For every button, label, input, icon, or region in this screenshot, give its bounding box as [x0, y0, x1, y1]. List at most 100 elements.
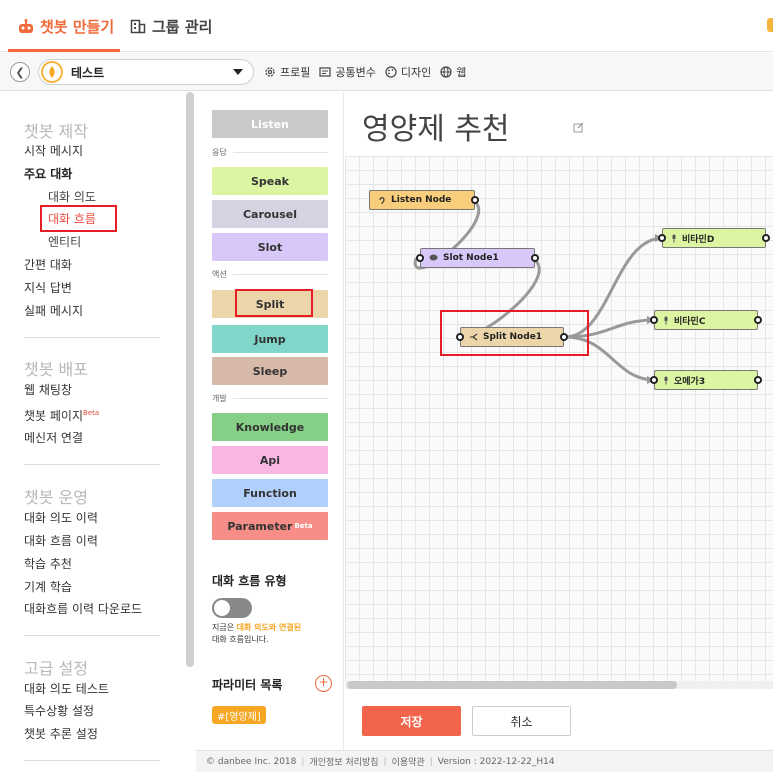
tab-chatbot-build-label: 챗봇 만들기: [40, 17, 115, 36]
divider: [24, 635, 160, 636]
output-port[interactable]: [531, 254, 539, 262]
sidebar-item-learn-recommend[interactable]: 학습 추천: [24, 556, 72, 572]
palette-icon: [385, 66, 397, 78]
robot-icon: [18, 18, 34, 34]
input-port[interactable]: [650, 376, 658, 384]
flow-node-vitamin-c[interactable]: 비타민C: [650, 310, 762, 330]
input-port[interactable]: [650, 316, 658, 324]
flow-node-vitamin-d-label: 비타민D: [682, 234, 715, 245]
parameter-label: Parameter: [227, 519, 293, 533]
building-icon: [130, 19, 146, 34]
palette-node-slot[interactable]: Slot: [212, 233, 328, 261]
output-port[interactable]: [762, 234, 770, 242]
top-header: 챗봇 만들기 그룹 관리: [0, 0, 773, 52]
palette-node-speak[interactable]: Speak: [212, 167, 328, 195]
bot-select-dropdown[interactable]: 테스트: [38, 59, 254, 85]
variables-link[interactable]: 공통변수: [319, 64, 376, 80]
privacy-link[interactable]: 개인정보 처리방침: [309, 755, 378, 768]
tab-group-manage[interactable]: 그룹 관리: [130, 0, 212, 52]
input-port[interactable]: [416, 254, 424, 262]
sidebar-item-flow-history[interactable]: 대화 흐름 이력: [24, 533, 98, 549]
palette-node-jump[interactable]: Jump: [212, 325, 328, 353]
palette-node-knowledge[interactable]: Knowledge: [212, 413, 328, 441]
sidebar-item-bot-page[interactable]: 챗봇 페이지Beta: [24, 405, 99, 424]
divider: [24, 337, 160, 338]
sidebar-item-fail-message[interactable]: 실패 메시지: [24, 303, 83, 319]
sidebar-item-special-settings[interactable]: 특수상황 설정: [24, 703, 94, 719]
mic-icon: [663, 316, 669, 325]
sidebar-item-intent-test[interactable]: 대화 의도 테스트: [24, 681, 109, 697]
notification-badge[interactable]: [767, 18, 773, 32]
flow-node-omega3[interactable]: 오메가3: [650, 370, 762, 390]
section-operate: 챗봇 운영: [24, 488, 88, 507]
sidebar-item-main-dialog[interactable]: 주요 대화: [24, 166, 72, 182]
palette-node-api[interactable]: Api: [212, 446, 328, 474]
add-param-button[interactable]: +: [315, 675, 332, 692]
profile-link[interactable]: 프로필: [264, 64, 310, 80]
ear-icon: [378, 196, 386, 205]
flow-type-toggle[interactable]: [212, 598, 252, 618]
tab-group-manage-label: 그룹 관리: [152, 17, 213, 36]
flow-type-title: 대화 흐름 유형: [212, 574, 287, 588]
globe-icon: [440, 66, 452, 78]
tab-chatbot-build[interactable]: 챗봇 만들기: [8, 0, 120, 52]
flow-grid[interactable]: Listen Node Slot Node1 Split Node1 비타민D: [345, 156, 773, 682]
output-port[interactable]: [754, 316, 762, 324]
separator: |: [429, 756, 433, 767]
sidebar-scrollbar[interactable]: [186, 92, 194, 667]
param-chip[interactable]: #[영양제]: [212, 706, 266, 724]
flow-node-listen[interactable]: Listen Node: [369, 190, 479, 210]
action-bar: 저장 취소: [345, 690, 773, 750]
app-root: 챗봇 만들기 그룹 관리 ❮ 테스트 프로필 공통변수 디자인 웹 챗봇 제작 …: [0, 0, 773, 772]
highlight-box-split-node: [440, 310, 589, 356]
flow-node-vitamin-d[interactable]: 비타민D: [658, 228, 770, 248]
flow-canvas-area: 영양제 추천 Listen Node Slot Node1 Split Node…: [345, 92, 773, 750]
output-port[interactable]: [471, 196, 479, 204]
sidebar-nav: 챗봇 제작 시작 메시지 주요 대화 대화 의도 대화 흐름 엔티티 간편 대화…: [0, 92, 188, 772]
sidebar-item-knowledge-answer[interactable]: 지식 답변: [24, 280, 72, 296]
sidebar-item-web-chat[interactable]: 웹 채팅창: [24, 382, 72, 398]
sidebar-item-intent[interactable]: 대화 의도: [48, 189, 96, 205]
sidebar-item-flow-history-download[interactable]: 대화흐름 이력 다운로드: [24, 601, 142, 617]
cancel-button[interactable]: 취소: [472, 706, 571, 736]
caret-down-icon: [233, 69, 243, 75]
sidebar-item-machine-learning[interactable]: 기계 학습: [24, 579, 72, 595]
palette-node-listen[interactable]: Listen: [212, 110, 328, 138]
sidebar-item-intent-history[interactable]: 대화 의도 이력: [24, 510, 98, 526]
gear-icon: [264, 66, 276, 78]
back-button[interactable]: ❮: [10, 62, 30, 82]
web-link[interactable]: 웹: [440, 64, 466, 80]
output-port[interactable]: [754, 376, 762, 384]
sidebar-item-start-message[interactable]: 시작 메시지: [24, 143, 83, 159]
palette-node-function[interactable]: Function: [212, 479, 328, 507]
palette-section-dev: 개발: [212, 393, 328, 404]
palette-node-sleep[interactable]: Sleep: [212, 357, 328, 385]
sidebar-item-messenger[interactable]: 메신저 연결: [24, 430, 83, 446]
design-link-label: 디자인: [400, 66, 432, 79]
divider: [24, 464, 160, 465]
edit-icon[interactable]: [573, 118, 584, 137]
sidebar-item-entity[interactable]: 엔티티: [48, 234, 81, 250]
palette-node-parameter[interactable]: Parameter Beta: [212, 512, 328, 540]
sidebar-item-simple-dialog[interactable]: 간편 대화: [24, 257, 72, 273]
canvas-horizontal-scrollbar[interactable]: [345, 681, 773, 689]
flow-node-slot[interactable]: Slot Node1: [416, 248, 539, 268]
plus-icon: +: [318, 675, 329, 689]
scrollbar-thumb[interactable]: [347, 681, 677, 689]
palette-section-action: 액션: [212, 269, 328, 280]
flow-desc-highlight: 대화 의도와 연결된: [236, 623, 302, 632]
design-link[interactable]: 디자인: [385, 64, 431, 80]
palette-section-response: 응답: [212, 147, 328, 158]
palette-node-carousel[interactable]: Carousel: [212, 200, 328, 228]
input-port[interactable]: [658, 234, 666, 242]
sidebar-item-inference-settings[interactable]: 챗봇 추론 설정: [24, 726, 98, 742]
profile-link-label: 프로필: [280, 66, 311, 79]
flow-node-slot-label: Slot Node1: [443, 253, 499, 263]
save-button[interactable]: 저장: [362, 706, 461, 736]
variable-icon: [319, 66, 331, 78]
web-link-label: 웹: [456, 66, 467, 79]
section-advanced: 고급 설정: [24, 659, 88, 678]
separator: |: [383, 756, 387, 767]
node-palette: Listen 응답 Speak Carousel Slot 액션 Split J…: [196, 92, 344, 750]
terms-link[interactable]: 이용약관: [392, 755, 425, 768]
